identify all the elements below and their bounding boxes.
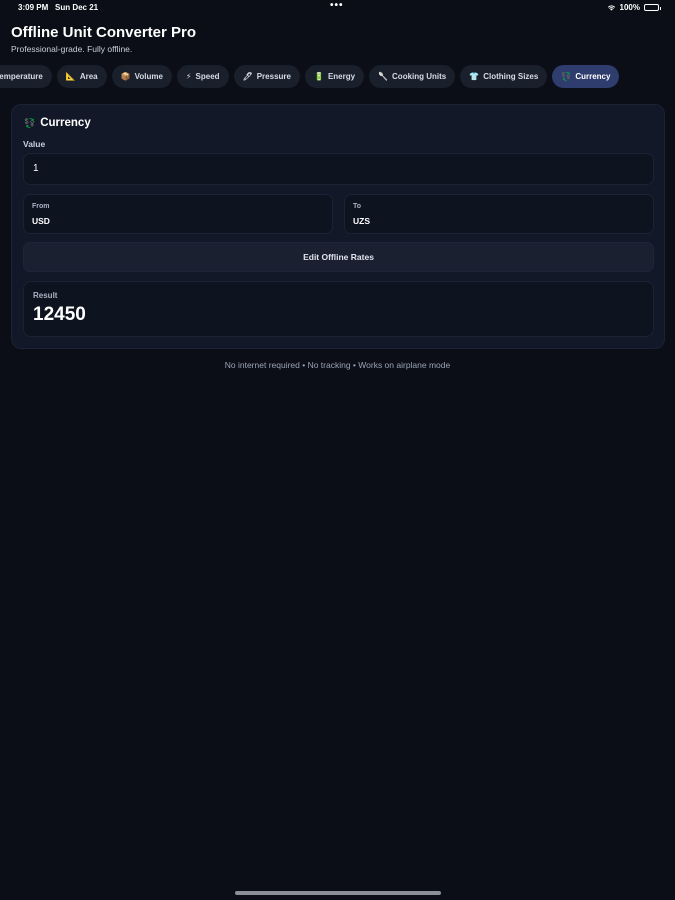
from-value: USD	[32, 216, 50, 226]
tab-label: Speed	[195, 72, 220, 81]
from-label: From	[32, 203, 50, 210]
tab-label: Temperature	[0, 72, 43, 81]
to-value: UZS	[353, 216, 370, 226]
tab-temperature[interactable]: Temperature	[0, 65, 52, 88]
tab-cooking-units[interactable]: 🥄 Cooking Units	[369, 65, 456, 88]
tab-label: Energy	[327, 72, 356, 81]
tab-area[interactable]: 📐 Area	[56, 65, 107, 88]
tab-label: Currency	[575, 72, 611, 81]
shirt-icon: 👕	[469, 72, 480, 81]
tab-label: Clothing Sizes	[483, 72, 539, 81]
tab-label: Pressure	[256, 72, 291, 81]
result-label: Result	[33, 291, 58, 300]
tab-label: Area	[79, 72, 98, 81]
pen-icon: 🖊	[242, 72, 253, 81]
tab-label: Cooking Units	[392, 72, 447, 81]
status-right: 100%	[607, 3, 661, 12]
result-box: Result 12450	[23, 281, 654, 337]
status-bar: 3:09 PM Sun Dec 21 ••• 100%	[0, 0, 675, 16]
tab-clothing-sizes[interactable]: 👕 Clothing Sizes	[460, 65, 548, 88]
currency-icon: 💱	[561, 72, 572, 81]
tab-currency[interactable]: 💱 Currency	[552, 65, 620, 88]
result-value: 12450	[33, 304, 86, 325]
footer-note: No internet required • No tracking • Wor…	[224, 360, 451, 370]
status-date: Sun Dec 21	[55, 3, 99, 12]
app-title: Offline Unit Converter Pro	[11, 24, 197, 41]
battery-icon	[644, 4, 661, 11]
battery-percent: 100%	[619, 3, 640, 12]
currency-icon: 💱	[24, 117, 36, 128]
from-currency-select[interactable]: From USD	[23, 194, 333, 234]
to-label: To	[353, 203, 362, 210]
multitasking-dots[interactable]: •••	[330, 0, 344, 11]
converter-card: 💱 Currency Value 1 From USD To UZS Edit …	[11, 104, 665, 349]
utensil-icon: 🥄	[378, 72, 389, 81]
status-time: 3:09 PM	[18, 3, 49, 12]
lightning-icon: ⚡	[185, 72, 192, 81]
to-currency-select[interactable]: To UZS	[344, 194, 654, 234]
battery-icon: 🔋	[313, 72, 324, 81]
category-tabs: Temperature📐Area📦Volume⚡Speed🖊Pressure🔋E…	[0, 65, 620, 88]
tab-pressure[interactable]: 🖊 Pressure	[233, 65, 300, 88]
triangle-ruler-icon: 📐	[65, 72, 76, 81]
tab-energy[interactable]: 🔋 Energy	[304, 65, 365, 88]
edit-offline-rates-button[interactable]: Edit Offline Rates	[23, 242, 654, 272]
wifi-icon	[607, 5, 615, 11]
tab-speed[interactable]: ⚡ Speed	[176, 65, 229, 88]
value-label: Value	[23, 139, 46, 149]
card-title: Currency	[40, 117, 91, 129]
app-subtitle: Professional-grade. Fully offline.	[11, 44, 133, 54]
box-icon: 📦	[120, 72, 131, 81]
home-indicator[interactable]	[235, 891, 441, 895]
tab-label: Volume	[134, 72, 163, 81]
tab-volume[interactable]: 📦 Volume	[111, 65, 172, 88]
card-header: 💱 Currency	[24, 117, 91, 129]
value-input[interactable]: 1	[23, 153, 654, 185]
